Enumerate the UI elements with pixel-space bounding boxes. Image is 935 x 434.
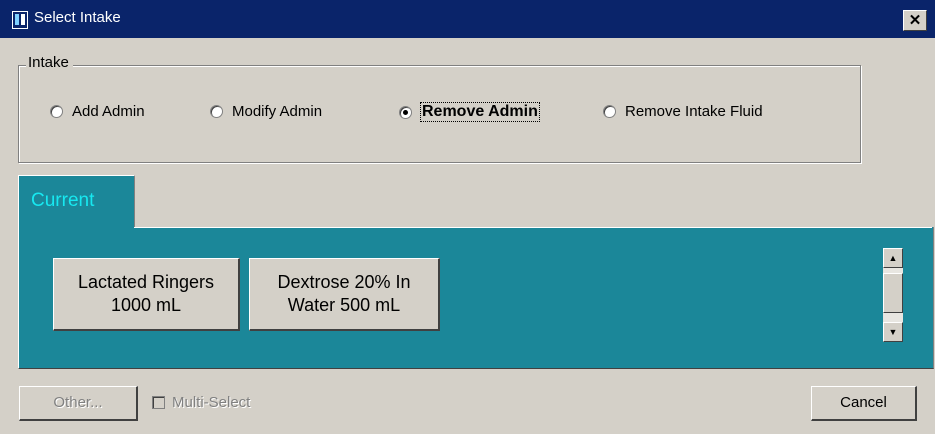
radio-icon xyxy=(210,105,223,118)
panel-border xyxy=(134,227,932,228)
multi-select-label: Multi-Select xyxy=(172,394,251,411)
vertical-scrollbar[interactable]: ▲ ▼ xyxy=(883,248,903,342)
scroll-down-icon[interactable]: ▼ xyxy=(883,322,903,342)
close-button[interactable]: ✕ xyxy=(903,10,927,31)
radio-icon xyxy=(603,105,616,118)
window-title: Select Intake xyxy=(34,9,121,26)
radio-icon xyxy=(50,105,63,118)
radio-label: Modify Admin xyxy=(232,103,323,120)
tab-label: Current xyxy=(31,190,95,211)
radio-label: Remove Intake Fluid xyxy=(625,103,763,120)
radio-remove-admin[interactable]: Remove Admin xyxy=(399,102,540,122)
radio-add-admin[interactable]: Add Admin xyxy=(50,103,145,120)
other-button[interactable]: Other... xyxy=(19,386,138,421)
intake-group-label: Intake xyxy=(26,54,73,71)
tab-current[interactable]: Current xyxy=(18,175,135,229)
radio-selected-icon xyxy=(399,105,412,119)
app-icon xyxy=(12,11,28,29)
radio-modify-admin[interactable]: Modify Admin xyxy=(210,103,322,120)
fluid-button-lactated-ringers[interactable]: Lactated Ringers 1000 mL xyxy=(53,258,240,331)
scroll-up-icon[interactable]: ▲ xyxy=(883,248,903,268)
fluid-button-dextrose[interactable]: Dextrose 20% In Water 500 mL xyxy=(249,258,440,331)
cancel-button[interactable]: Cancel xyxy=(811,386,917,421)
multi-select-checkbox[interactable]: Multi-Select xyxy=(152,394,250,411)
radio-label: Remove Admin xyxy=(420,102,540,122)
radio-remove-intake-fluid[interactable]: Remove Intake Fluid xyxy=(603,103,763,120)
title-bar: Select Intake ✕ xyxy=(0,0,935,38)
radio-label: Add Admin xyxy=(72,103,145,120)
checkbox-icon xyxy=(152,396,165,409)
scroll-thumb[interactable] xyxy=(883,273,903,313)
